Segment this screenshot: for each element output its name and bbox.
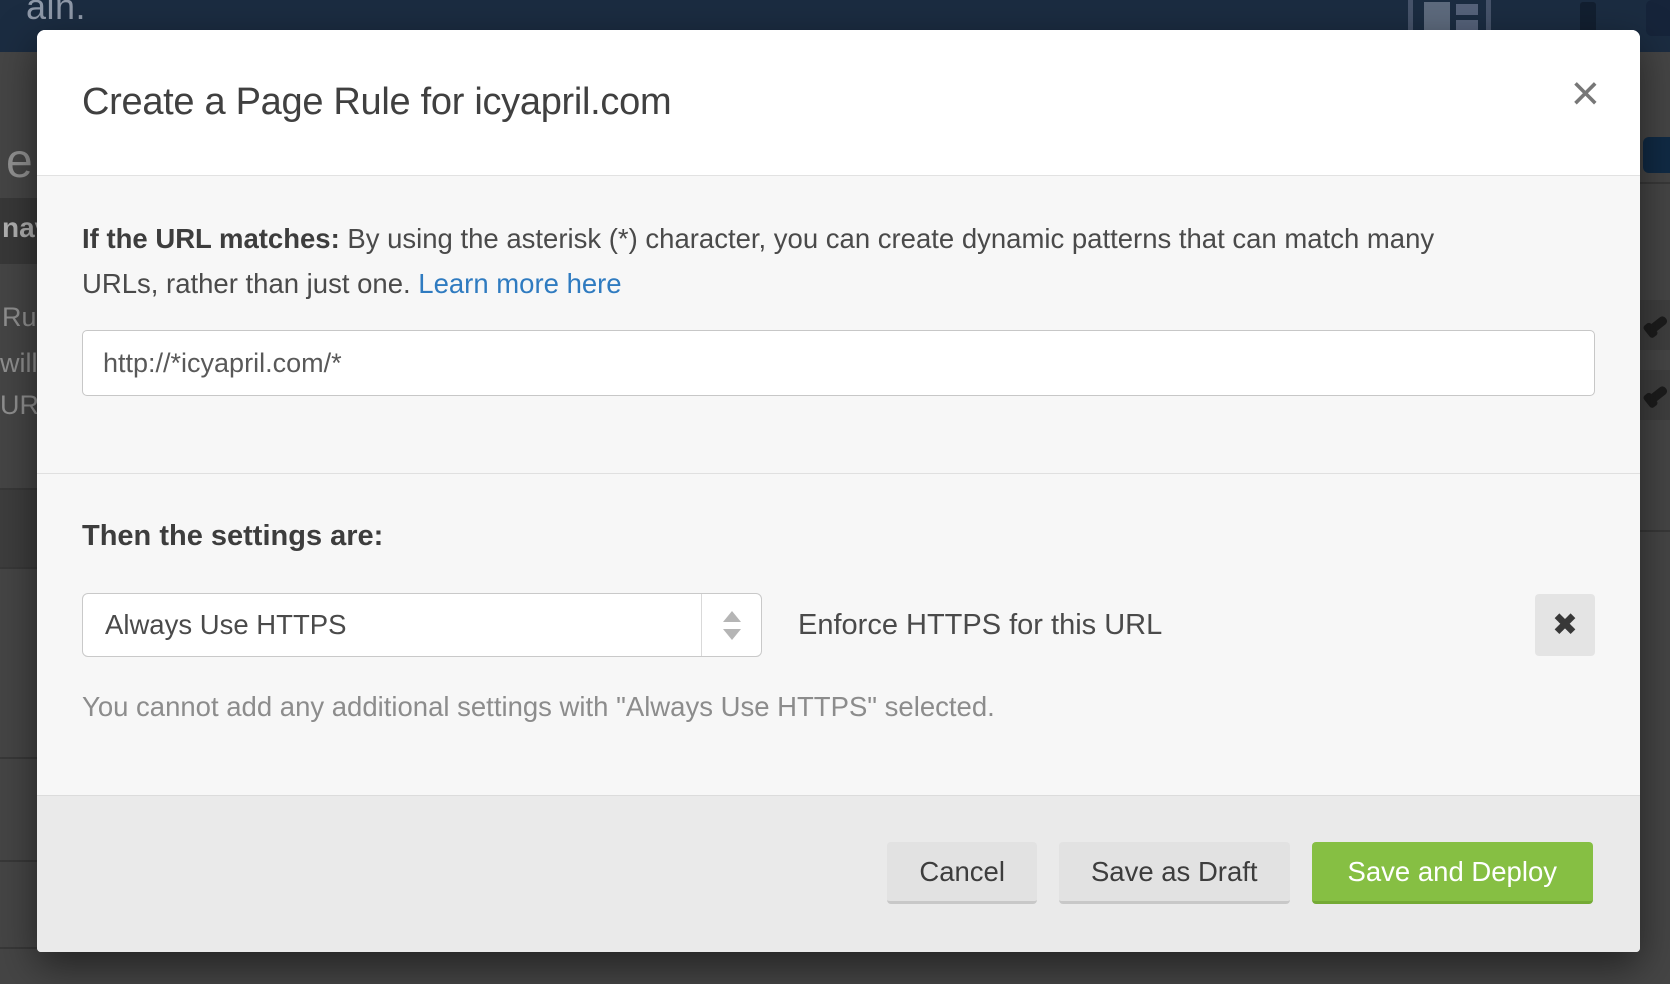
chevron-up-icon	[723, 611, 741, 622]
modal-header: Create a Page Rule for icyapril.com ×	[37, 30, 1640, 175]
select-spinner	[701, 594, 761, 656]
url-match-section: If the URL matches: By using the asteris…	[37, 175, 1640, 473]
layout-icon-fragment	[1424, 2, 1450, 32]
background-page-left-strip: e nav Ru will UR	[0, 52, 37, 984]
setting-row: Always Use HTTPS Enforce HTTPS for this …	[82, 593, 1595, 657]
chevron-down-icon	[723, 629, 741, 640]
background-row-fragment	[0, 490, 37, 567]
background-row-divider	[1640, 182, 1670, 184]
save-as-draft-button[interactable]: Save as Draft	[1059, 842, 1290, 904]
settings-note: You cannot add any additional settings w…	[82, 691, 1595, 723]
background-heading-fragment: e	[6, 134, 33, 189]
modal-footer: Cancel Save as Draft Save and Deploy	[37, 795, 1640, 952]
save-and-deploy-button[interactable]: Save and Deploy	[1312, 842, 1593, 904]
navbar-icon-fragment	[1646, 0, 1670, 36]
background-text-fragment: UR	[0, 390, 37, 421]
settings-section: Then the settings are: Always Use HTTPS …	[37, 473, 1640, 795]
close-icon[interactable]: ×	[1571, 68, 1600, 118]
wrench-icon	[1647, 385, 1668, 404]
background-text-fragment: nav	[2, 212, 37, 244]
background-row-divider	[0, 567, 37, 569]
learn-more-link[interactable]: Learn more here	[418, 268, 621, 299]
background-text-fragment: will	[0, 348, 37, 379]
background-navbar-text-fragment: ain.	[26, 0, 86, 28]
background-page-right-strip	[1640, 52, 1670, 984]
background-blue-button-fragment	[1643, 137, 1670, 173]
layout-icon-fragment	[1456, 4, 1478, 15]
url-match-label: If the URL matches:	[82, 223, 340, 254]
cancel-button[interactable]: Cancel	[887, 842, 1037, 904]
background-row-divider	[1640, 530, 1670, 532]
modal-title: Create a Page Rule for icyapril.com	[82, 81, 671, 124]
setting-select-value: Always Use HTTPS	[105, 609, 346, 641]
remove-setting-icon[interactable]: ✖	[1535, 594, 1595, 656]
create-page-rule-modal: Create a Page Rule for icyapril.com × If…	[37, 30, 1640, 952]
background-text-fragment: Ru	[2, 302, 37, 333]
background-row-fragment	[1640, 370, 1670, 420]
setting-description: Enforce HTTPS for this URL	[798, 609, 1162, 642]
wrench-icon	[1647, 315, 1668, 334]
setting-select[interactable]: Always Use HTTPS	[82, 593, 762, 657]
url-match-help-text: If the URL matches: By using the asteris…	[82, 216, 1502, 306]
background-row-divider	[0, 947, 37, 949]
settings-heading: Then the settings are:	[82, 520, 1595, 553]
background-row-divider	[0, 860, 37, 862]
url-pattern-input[interactable]	[82, 330, 1595, 396]
background-row-fragment	[1640, 300, 1670, 350]
background-row-divider	[0, 757, 37, 759]
